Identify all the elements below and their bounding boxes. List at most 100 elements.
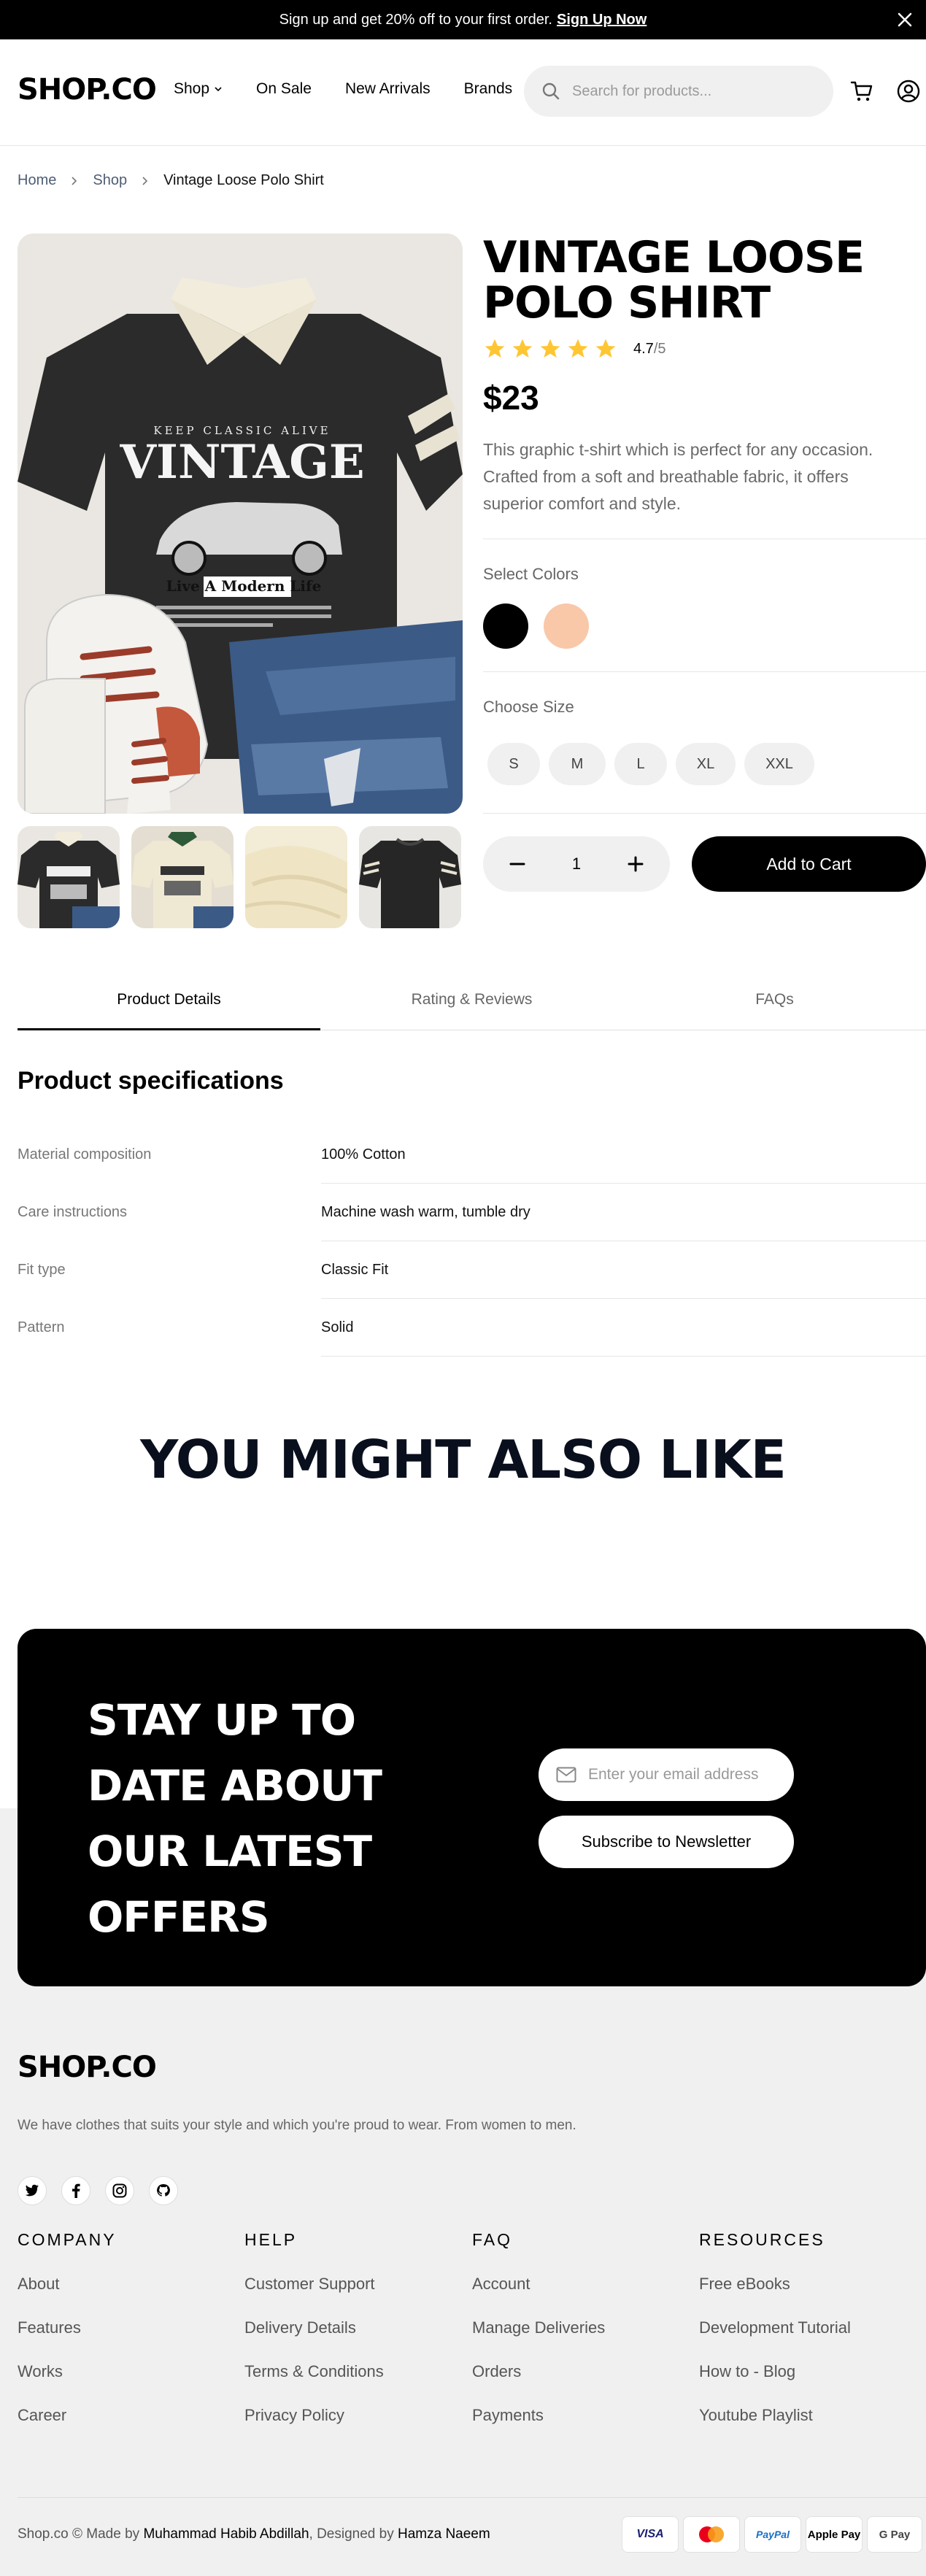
apple-pay-label: Apple Pay	[807, 2528, 861, 2541]
footer-tagline: We have clothes that suits your style an…	[18, 2118, 576, 2133]
star-icon	[568, 339, 588, 358]
add-to-cart-button[interactable]: Add to Cart	[692, 836, 926, 892]
footer-column-title: FAQ	[472, 2230, 513, 2249]
footer-column-title: HELP	[244, 2230, 298, 2249]
twitter-icon[interactable]	[18, 2176, 47, 2205]
subscribe-button[interactable]: Subscribe to Newsletter	[539, 1816, 794, 1868]
close-icon[interactable]	[894, 9, 916, 31]
footer-link-works[interactable]: Works	[18, 2362, 117, 2406]
github-icon[interactable]	[149, 2176, 178, 2205]
mail-icon	[556, 1767, 576, 1783]
nav-on-sale[interactable]: On Sale	[256, 80, 312, 98]
nav-shop[interactable]: Shop	[174, 80, 223, 98]
breadcrumb-home[interactable]: Home	[18, 172, 56, 189]
copyright-prefix: Shop.co © Made by	[18, 2526, 140, 2542]
footer-link-privacy[interactable]: Privacy Policy	[244, 2406, 384, 2450]
newsletter-title-line: OFFERS	[88, 1892, 270, 1942]
footer-link-manage-deliveries[interactable]: Manage Deliveries	[472, 2318, 605, 2362]
footer-link-features[interactable]: Features	[18, 2318, 117, 2362]
copyright: Shop.co © Made by Muhammad Habib Abdilla…	[18, 2526, 490, 2542]
footer-link-orders[interactable]: Orders	[472, 2362, 605, 2406]
size-option-xl[interactable]: XL	[676, 743, 736, 785]
newsletter-title: STAY UP TO DATE ABOUT OUR LATEST OFFERS	[88, 1687, 467, 1950]
size-option-l[interactable]: L	[614, 743, 667, 785]
spec-value: 100% Cotton	[321, 1146, 406, 1162]
promo-banner: Sign up and get 20% off to your first or…	[0, 0, 926, 39]
footer-link-career[interactable]: Career	[18, 2406, 117, 2450]
footer-column-faq: FAQ Account Manage Deliveries Orders Pay…	[472, 2230, 605, 2450]
paypal-icon: PayPal	[744, 2516, 801, 2553]
footer-link-delivery-details[interactable]: Delivery Details	[244, 2318, 384, 2362]
footer-link-terms[interactable]: Terms & Conditions	[244, 2362, 384, 2406]
thumbnail-3[interactable]	[245, 826, 347, 928]
search-input[interactable]	[572, 82, 813, 100]
divider	[483, 671, 926, 672]
spec-key: Material composition	[18, 1146, 152, 1162]
footer-link-youtube[interactable]: Youtube Playlist	[699, 2406, 851, 2450]
tab-product-details[interactable]: Product Details	[18, 984, 320, 1030]
facebook-icon[interactable]	[61, 2176, 90, 2205]
shirt-print-title: VINTAGE	[119, 435, 364, 490]
newsletter-email-input[interactable]	[588, 1766, 785, 1783]
product-title: VINTAGE LOOSE POLO SHIRT	[483, 235, 921, 325]
footer-logo[interactable]: SHOP.CO	[18, 2051, 157, 2084]
choose-size-label: Choose Size	[483, 698, 574, 716]
instagram-icon[interactable]	[105, 2176, 134, 2205]
minus-icon[interactable]	[508, 855, 527, 874]
paypal-label: PayPal	[756, 2529, 790, 2540]
user-account-icon[interactable]	[896, 79, 921, 104]
newsletter-title-line: DATE ABOUT	[88, 1761, 382, 1810]
copyright-designer-link[interactable]: Hamza Naeem	[398, 2526, 490, 2542]
footer-link-about[interactable]: About	[18, 2275, 117, 2318]
nav-brands[interactable]: Brands	[464, 80, 513, 98]
product-rating: 4.7/5	[483, 337, 666, 360]
thumbnail-1[interactable]	[18, 826, 120, 928]
select-colors-label: Select Colors	[483, 565, 579, 583]
tab-rating-reviews[interactable]: Rating & Reviews	[320, 984, 623, 1030]
size-option-m[interactable]: M	[549, 743, 606, 785]
newsletter-section: STAY UP TO DATE ABOUT OUR LATEST OFFERS …	[18, 1629, 926, 1986]
thumbnail-2[interactable]	[131, 826, 234, 928]
newsletter-title-line: STAY UP TO	[88, 1695, 356, 1745]
rating-value: 4.7	[633, 340, 654, 357]
quantity-value: 1	[571, 855, 582, 873]
breadcrumb-current: Vintage Loose Polo Shirt	[163, 172, 324, 188]
breadcrumb-shop[interactable]: Shop	[93, 172, 127, 189]
sign-up-link[interactable]: Sign Up Now	[557, 12, 647, 28]
spec-value: Solid	[321, 1319, 354, 1335]
copyright-author-link[interactable]: Muhammad Habib Abdillah	[143, 2526, 309, 2542]
footer-link-free-ebooks[interactable]: Free eBooks	[699, 2275, 851, 2318]
tab-faqs[interactable]: FAQs	[623, 984, 926, 1030]
product-title-line-2: POLO SHIRT	[483, 277, 771, 328]
spec-row: Pattern Solid	[18, 1299, 926, 1357]
footer-link-customer-support[interactable]: Customer Support	[244, 2275, 384, 2318]
newsletter-title-line: OUR LATEST	[88, 1827, 372, 1876]
size-option-s[interactable]: S	[487, 743, 540, 785]
footer-link-payments[interactable]: Payments	[472, 2406, 605, 2450]
copyright-mid: , Designed by	[309, 2526, 394, 2542]
footer-link-dev-tutorial[interactable]: Development Tutorial	[699, 2318, 851, 2362]
logo[interactable]: SHOP.CO	[18, 73, 157, 107]
color-swatch-black[interactable]	[483, 603, 528, 649]
size-option-xxl[interactable]: XXL	[744, 743, 814, 785]
you-might-also-like-heading: YOU MIGHT ALSO LIKE	[140, 1429, 787, 1490]
visa-icon: VISA	[622, 2516, 679, 2553]
spec-row: Material composition 100% Cotton	[18, 1126, 926, 1184]
footer-column-title: RESOURCES	[699, 2230, 825, 2249]
breadcrumb: Home Shop Vintage Loose Polo Shirt	[18, 172, 324, 189]
footer-link-account[interactable]: Account	[472, 2275, 605, 2318]
star-icon	[540, 339, 560, 358]
plus-icon[interactable]	[626, 855, 645, 874]
nav-new-arrivals[interactable]: New Arrivals	[345, 80, 431, 98]
star-icon	[595, 339, 616, 358]
nav-shop-label: Shop	[174, 80, 210, 97]
cart-icon[interactable]	[849, 79, 874, 104]
chevron-down-icon	[215, 87, 222, 92]
footer-link-blog[interactable]: How to - Blog	[699, 2362, 851, 2406]
thumbnail-4[interactable]	[359, 826, 461, 928]
rating-max: /5	[653, 340, 666, 357]
footer-column-company: COMPANY About Features Works Career	[18, 2230, 117, 2450]
footer-divider	[18, 2497, 926, 2498]
color-swatch-peach[interactable]	[544, 603, 589, 649]
search-bar	[524, 66, 833, 117]
